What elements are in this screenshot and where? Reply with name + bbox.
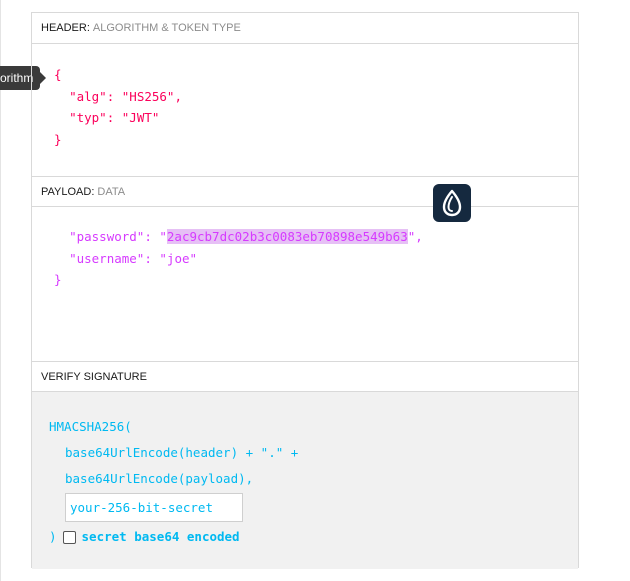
username-value: "joe": [159, 250, 198, 266]
closing-paren: ): [49, 529, 57, 544]
verify-signature-body: HMACSHA256( base64UrlEncode(header) + ".…: [32, 392, 578, 569]
alg-value: "HS256": [121, 88, 175, 104]
hmac-line: HMACSHA256(: [49, 419, 132, 434]
tooltip-text: orithm: [0, 71, 34, 85]
header-section-title: HEADER: ALGORITHM & TOKEN TYPE: [32, 13, 578, 44]
secret-input[interactable]: [65, 493, 243, 522]
payload-encode-line: base64UrlEncode(payload),: [65, 471, 254, 486]
alg-key: "alg": [69, 88, 107, 104]
password-key: "password": [69, 229, 145, 244]
header-json-editor[interactable]: { "alg": "HS256", "typ": "JWT" }: [32, 44, 578, 176]
header-encode-line: base64UrlEncode(header) + "." +: [65, 445, 299, 460]
decoded-panel: HEADER: ALGORITHM & TOKEN TYPE { "alg": "…: [31, 12, 579, 569]
password-value-highlighted: 2ac9cb7dc02b3c0083eb70898e549b63: [166, 229, 408, 244]
droplet-icon-glyph: [442, 189, 462, 217]
payload-section-title: PAYLOAD: DATA: [32, 176, 578, 207]
base64-checkbox[interactable]: [62, 530, 76, 544]
base64-checkbox-label[interactable]: secret base64 encoded: [82, 524, 240, 550]
base64-option-row: ) secret base64 encoded: [49, 524, 578, 550]
droplet-app-icon[interactable]: [433, 184, 471, 222]
payload-json-editor[interactable]: "password": "2ac9cb7dc02b3c0083eb70898e5…: [32, 207, 578, 361]
username-key: "username": [69, 250, 145, 266]
verify-section-title: VERIFY SIGNATURE: [32, 361, 578, 392]
typ-key: "typ": [69, 110, 107, 125]
typ-value: "JWT": [121, 110, 160, 125]
